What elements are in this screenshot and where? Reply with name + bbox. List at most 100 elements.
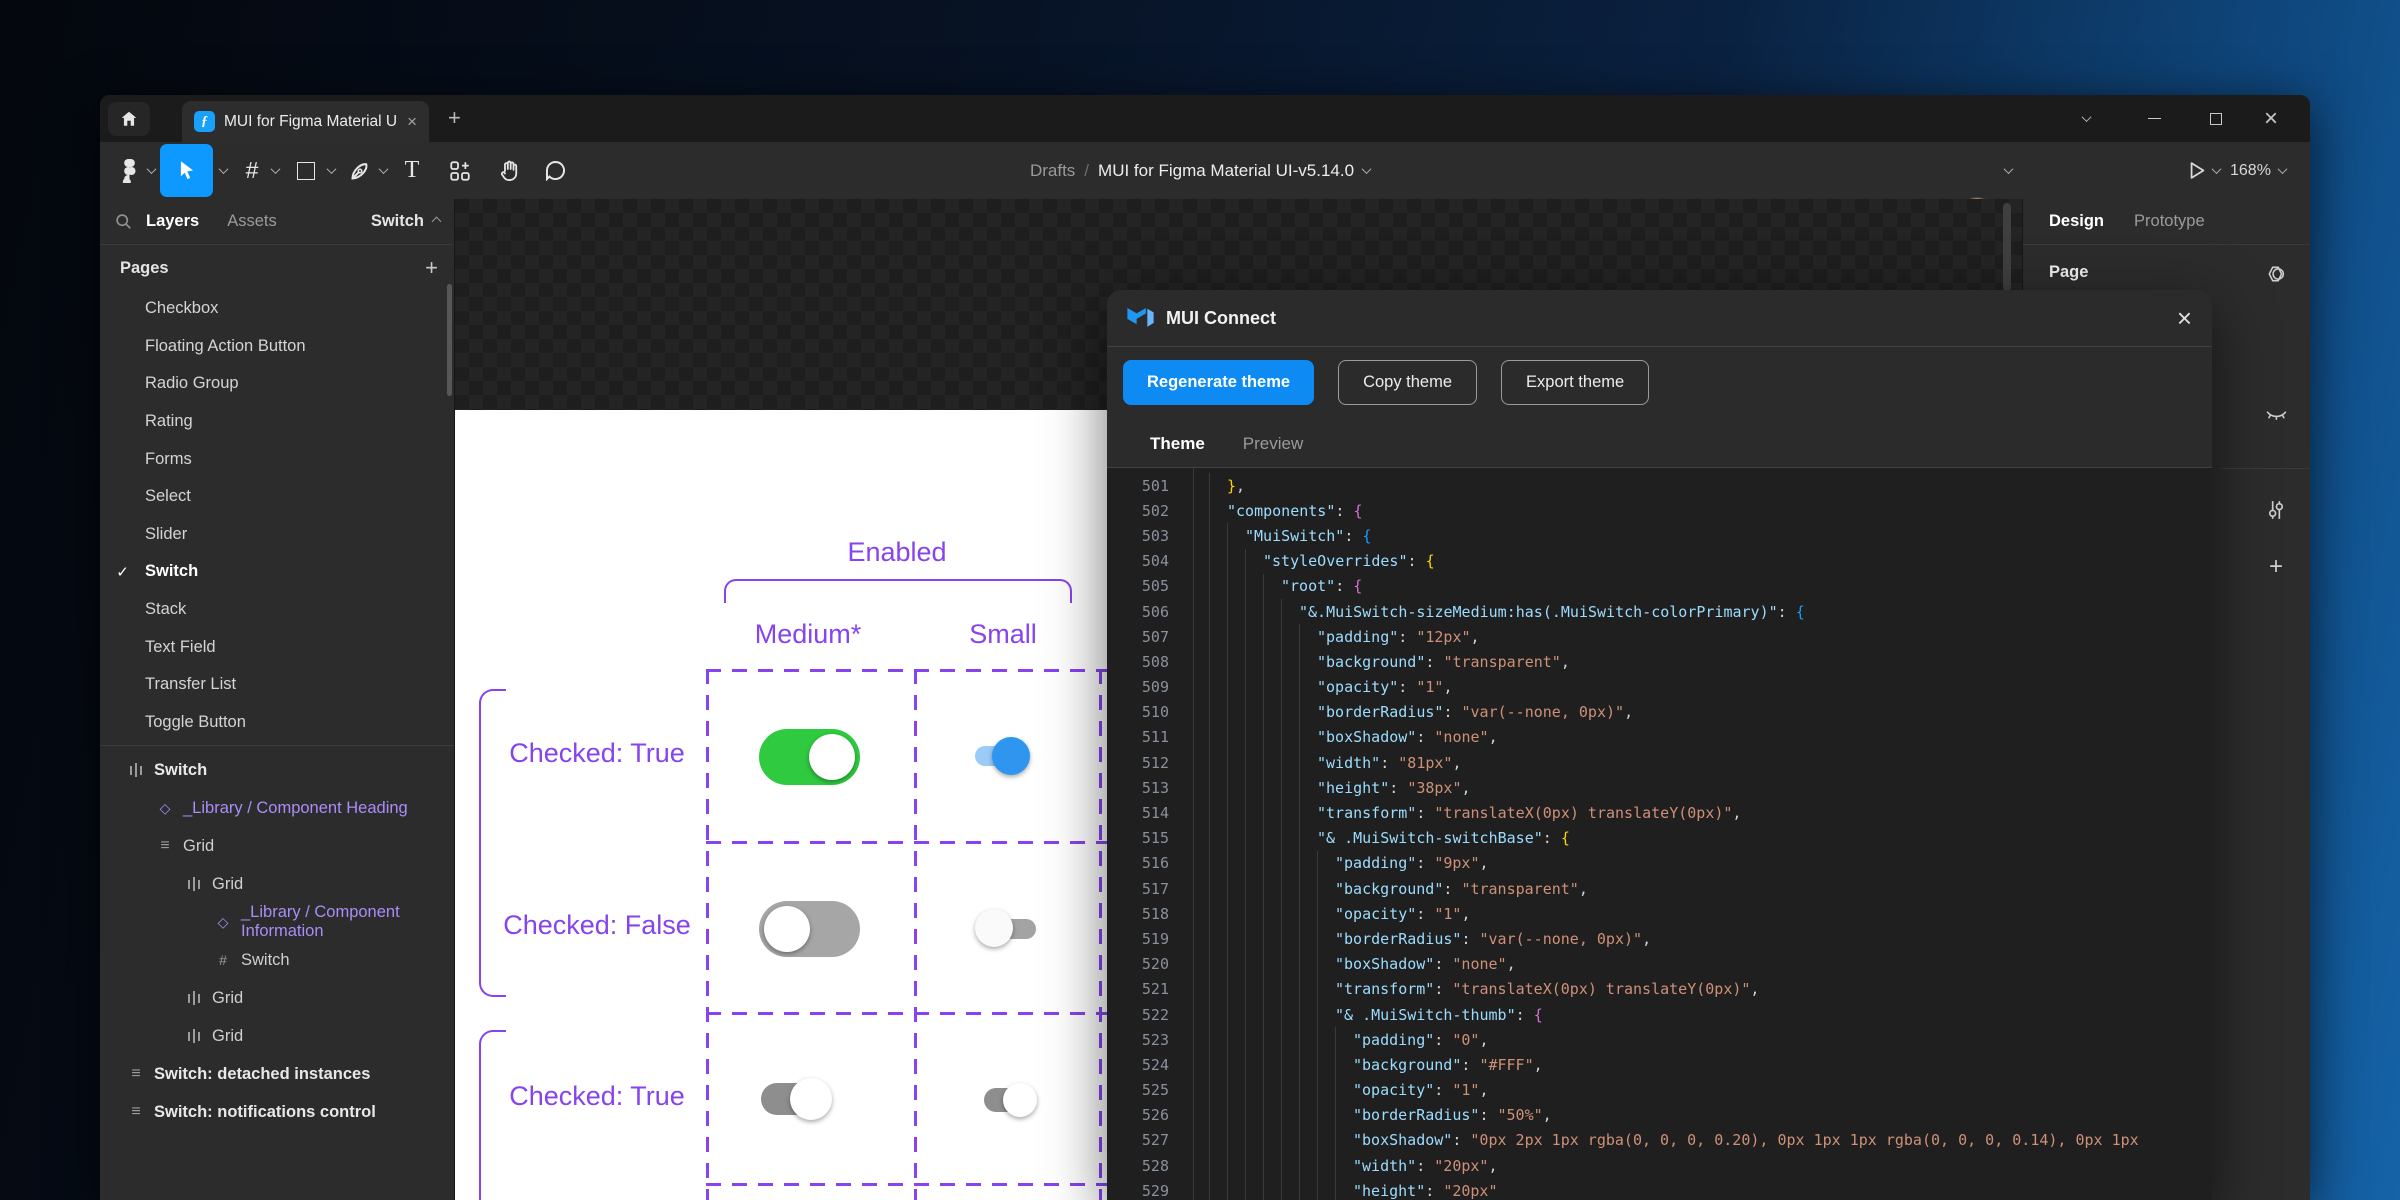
present-button[interactable] [2185,142,2209,199]
pages-header-label: Pages [120,259,169,278]
window-minimize-button[interactable] [2148,95,2178,142]
code-line: 506"&.MuiSwitch-sizeMedium:has(.MuiSwitc… [1107,599,2212,624]
tab-design[interactable]: Design [2049,212,2104,231]
shape-tool-chevron-icon[interactable] [324,142,338,199]
switch-medium-checked[interactable] [759,729,860,785]
page-item[interactable]: Rating [100,403,454,441]
page-item[interactable]: Floating Action Button [100,328,454,366]
dialog-header: MUI Connect × [1107,290,2212,347]
home-button[interactable] [108,102,150,136]
pen-tool-button[interactable] [346,142,374,199]
layer-item[interactable]: Grid [100,865,454,903]
tab-layers[interactable]: Layers [146,212,199,231]
file-tab[interactable]: ƒ MUI for Figma Material UI-v5.14.0 × [182,101,429,142]
window-close-button[interactable]: × [2264,95,2294,142]
page-item[interactable]: Radio Group [100,365,454,403]
code-line: 516"padding": "9px", [1107,851,2212,876]
page-item-label: Text Field [145,638,216,657]
code-line: 528"width": "20px", [1107,1153,2212,1178]
right-panel-tabs: Design Prototype [2023,199,2310,245]
code-line: 523"padding": "0", [1107,1027,2212,1052]
page-color-button[interactable] [2264,262,2288,286]
add-page-button[interactable]: + [425,255,438,281]
pages-scrollbar[interactable] [447,284,452,396]
actions-tool-button[interactable] [446,142,474,199]
text-tool-button[interactable]: T [398,142,426,199]
page-item[interactable]: Select [100,478,454,516]
frame-tool-button[interactable]: # [238,142,266,199]
search-icon [115,213,132,230]
code-line: 501}, [1107,473,2212,498]
layer-item[interactable]: ≡Switch: detached instances [100,1055,454,1093]
zoom-control[interactable]: 168% [2230,142,2286,199]
code-line: 519"borderRadius": "var(--none, 0px)", [1107,926,2212,951]
tab-prototype[interactable]: Prototype [2134,212,2205,231]
page-section-label: Page [2049,263,2088,282]
column-group-bracket [724,579,1072,603]
page-item[interactable]: ✓Switch [100,553,454,591]
window-menu-chevron[interactable] [2083,95,2113,142]
code-line: 527"boxShadow": "0px 2px 1px rgba(0, 0, … [1107,1128,2212,1153]
present-chevron-icon[interactable] [2209,142,2223,199]
menu-chevron-icon[interactable] [144,142,158,199]
line-number: 519 [1107,930,1169,948]
tab-theme[interactable]: Theme [1150,434,1205,454]
breadcrumb-filename[interactable]: MUI for Figma Material UI-v5.14.0 [1098,161,1354,181]
shape-tool-button[interactable] [292,142,320,199]
code-line: 513"height": "38px", [1107,775,2212,800]
page-item[interactable]: Checkbox [100,290,454,328]
move-tool-button[interactable] [160,144,213,197]
home-icon [120,110,138,128]
tab-close-icon[interactable]: × [407,112,417,132]
layer-item[interactable]: ≡Switch: notifications control [100,1093,454,1131]
zoom-chevron-icon [2277,164,2287,174]
layer-item[interactable]: Grid [100,979,454,1017]
page-item[interactable]: Transfer List [100,666,454,704]
switch-medium-unchecked[interactable] [759,901,860,957]
local-variables-button[interactable] [2264,498,2288,522]
avatar-chevron-icon[interactable] [2001,142,2015,199]
code-line: 511"boxShadow": "none", [1107,725,2212,750]
canvas-scrollbar[interactable] [2003,203,2011,291]
page-item[interactable]: Forms [100,440,454,478]
hand-tool-button[interactable] [494,142,524,199]
breadcrumb-chevron-icon[interactable] [1362,164,1372,174]
dialog-close-button[interactable]: × [2177,303,2192,334]
layer-item[interactable]: #Switch [100,941,454,979]
frame-tool-chevron-icon[interactable] [268,142,282,199]
comment-tool-button[interactable] [540,142,570,199]
line-number: 526 [1107,1106,1169,1124]
window-maximize-button[interactable] [2210,95,2240,142]
new-tab-button[interactable]: + [448,105,461,131]
hidden-layers-button[interactable] [2264,405,2288,429]
layer-item[interactable]: Grid [100,1017,454,1055]
main-menu-button[interactable] [116,142,142,199]
line-number: 512 [1107,754,1169,772]
search-button[interactable] [100,213,146,230]
blend-icon [2266,265,2286,283]
page-selector[interactable]: Switch [371,212,440,231]
breadcrumb-project[interactable]: Drafts [1030,161,1075,181]
play-icon [2189,161,2206,180]
copy-theme-button[interactable]: Copy theme [1338,360,1477,405]
tab-assets[interactable]: Assets [227,212,277,231]
grid-dashed-hline [706,1183,1107,1186]
layer-item[interactable]: ◇_Library / Component Heading [100,789,454,827]
page-item[interactable]: Toggle Button [100,704,454,742]
move-tool-chevron-icon[interactable] [216,142,230,199]
mui-logo-icon [1127,308,1154,329]
page-item[interactable]: Text Field [100,628,454,666]
column-label-medium: Medium* [708,619,908,650]
pen-tool-chevron-icon[interactable] [376,142,390,199]
add-style-button[interactable]: + [2264,555,2288,579]
layer-item[interactable]: Switch [100,751,454,789]
page-item[interactable]: Stack [100,591,454,629]
regenerate-theme-button[interactable]: Regenerate theme [1123,360,1314,405]
tab-preview[interactable]: Preview [1243,434,1303,454]
theme-code-editor[interactable]: 501},502"components": {503"MuiSwitch": {… [1107,468,2212,1200]
page-item[interactable]: Slider [100,516,454,554]
switch-thumb [809,734,855,780]
layer-item[interactable]: ◇_Library / Component Information [100,903,454,941]
export-theme-button[interactable]: Export theme [1501,360,1649,405]
layer-item[interactable]: ≡Grid [100,827,454,865]
